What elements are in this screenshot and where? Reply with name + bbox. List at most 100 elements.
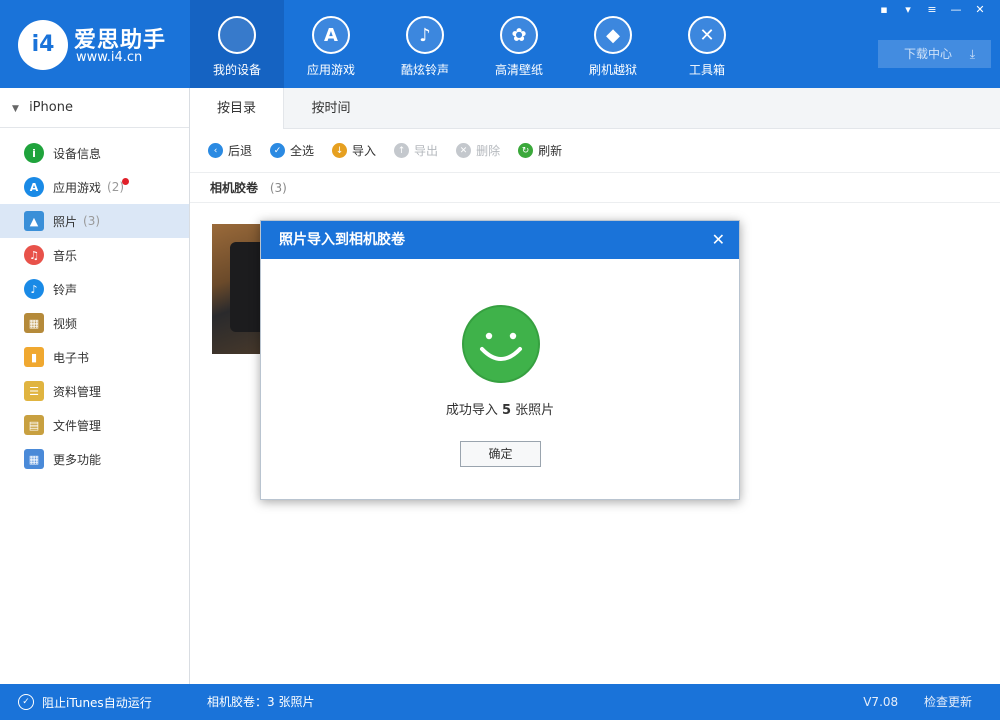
nav-item-dropbox[interactable]: ◆ 刷机越狱 [566, 0, 660, 88]
sidebar-item-label: 铃声 [53, 282, 78, 297]
import-button[interactable]: ↓ 导入 [332, 142, 376, 159]
app-store-icon: A [24, 177, 44, 197]
message-suffix: 张照片 [515, 403, 555, 418]
photo-icon: ▲ [24, 211, 44, 231]
nav-item-tools[interactable]: ✕ 工具箱 [660, 0, 754, 88]
nav-item-flower[interactable]: ✿ 高清壁纸 [472, 0, 566, 88]
sidebar-item-photo[interactable]: ▲ 照片 (3) [0, 204, 189, 238]
sidebar-item-label: 音乐 [53, 248, 78, 263]
refresh-button[interactable]: ↻ 刷新 [518, 142, 562, 159]
device-name: iPhone [29, 100, 73, 115]
minimize-button[interactable]: — [946, 2, 966, 18]
sidebar-item-film[interactable]: ▦ 视频 [0, 306, 189, 340]
contacts-icon: ☰ [24, 381, 44, 401]
sidebar-item-info[interactable]: i 设备信息 [0, 136, 189, 170]
album-header: 相机胶卷 (3) [190, 173, 1000, 203]
sidebar-item-contacts[interactable]: ☰ 资料管理 [0, 374, 189, 408]
smiley-icon [462, 305, 540, 383]
block-itunes-label: 阻止iTunes自动运行 [42, 695, 152, 710]
block-itunes-toggle[interactable]: ✓ 阻止iTunes自动运行 [18, 684, 152, 720]
delete-button[interactable]: ✕ 删除 [456, 142, 500, 159]
sidebar-item-label: 设备信息 [53, 146, 102, 161]
sidebar-item-label: 资料管理 [53, 384, 102, 399]
view-tabs: 按目录 按时间 [190, 88, 1000, 129]
app-logo[interactable]: i4 爱思助手 www.i4.cn [18, 20, 178, 70]
sidebar-item-label: 文件管理 [53, 418, 102, 433]
refresh-icon: ↻ [518, 143, 534, 158]
sidebar-item-book[interactable]: ▮ 电子书 [0, 340, 189, 374]
top-nav: 我的设备 A 应用游戏 ♪ 酷炫铃声 ✿ 高清壁纸 ◆ 刷机越狱 ✕ 工具箱 [190, 0, 754, 88]
sidebar-item-label: 更多功能 [53, 452, 102, 467]
dropbox-icon: ◆ [594, 16, 632, 54]
tab-0[interactable]: 按目录 [190, 88, 284, 129]
dialog-title: 照片导入到相机胶卷 [279, 232, 405, 248]
message-prefix: 成功导入 [445, 403, 498, 418]
check-icon: ✓ [270, 143, 286, 158]
grid-icon: ▦ [24, 449, 44, 469]
apple-icon [218, 16, 256, 54]
sidebar: ▼ iPhone i 设备信息 A 应用游戏 (2) ▲ 照片 (3) ♫ 音乐 ♪ 铃声 ▦ 视频 ▮ 电子… [0, 88, 190, 684]
tool-label: 导入 [352, 144, 377, 158]
check-update-link[interactable]: 检查更新 [924, 695, 972, 709]
nav-item-bell[interactable]: ♪ 酷炫铃声 [378, 0, 472, 88]
nav-item-app-store[interactable]: A 应用游戏 [284, 0, 378, 88]
album-name: 相机胶卷 [210, 181, 259, 195]
app-store-icon: A [312, 16, 350, 54]
confirm-button[interactable]: 确定 [460, 441, 541, 467]
feedback-icon[interactable]: ▪ [874, 2, 894, 18]
caret-down-icon: ▼ [12, 104, 19, 114]
nav-item-apple[interactable]: 我的设备 [190, 0, 284, 88]
nav-label: 我的设备 [212, 63, 261, 77]
file-icon: ▤ [24, 415, 44, 435]
bell-icon: ♪ [406, 16, 444, 54]
version-area: V7.08 检查更新 [863, 684, 972, 720]
close-button[interactable]: ✕ [970, 2, 990, 18]
back-button[interactable]: ‹ 后退 [208, 142, 252, 159]
sidebar-item-file[interactable]: ▤ 文件管理 [0, 408, 189, 442]
import-icon: ↓ [332, 143, 348, 158]
notification-badge [122, 178, 129, 185]
window-controls: ▪ ▾ ≡ — ✕ [874, 2, 990, 18]
logo-mark: i4 [18, 20, 68, 70]
header: i4 爱思助手 www.i4.cn 我的设备 A 应用游戏 ♪ 酷炫铃声 ✿ 高清壁纸 ◆ 刷机… [0, 0, 1000, 88]
export-button[interactable]: ↑ 导出 [394, 142, 438, 159]
sidebar-item-label: 视频 [53, 316, 78, 331]
tool-label: 刷新 [538, 144, 563, 158]
check-circle-icon: ✓ [18, 694, 34, 710]
skin-icon[interactable]: ▾ [898, 2, 918, 18]
delete-icon: ✕ [456, 143, 472, 158]
info-icon: i [24, 143, 44, 163]
dialog-close-icon[interactable]: ✕ [712, 221, 725, 259]
menu-icon[interactable]: ≡ [922, 2, 942, 18]
music-icon: ♫ [24, 245, 44, 265]
sidebar-list: i 设备信息 A 应用游戏 (2) ▲ 照片 (3) ♫ 音乐 ♪ 铃声 ▦ 视频 ▮ 电子书 ☰ 资料管理 ▤ 文件… [0, 128, 189, 476]
app-url: www.i4.cn [76, 50, 143, 65]
status-bar: ✓ 阻止iTunes自动运行 相机胶卷：3 张照片 V7.08 检查更新 [0, 684, 1000, 720]
tools-icon: ✕ [688, 16, 726, 54]
tool-label: 删除 [476, 144, 501, 158]
nav-label: 应用游戏 [306, 63, 355, 77]
film-icon: ▦ [24, 313, 44, 333]
sidebar-item-app-store[interactable]: A 应用游戏 (2) [0, 170, 189, 204]
device-selector[interactable]: ▼ iPhone [0, 88, 189, 128]
sidebar-item-grid[interactable]: ▦ 更多功能 [0, 442, 189, 476]
flower-icon: ✿ [500, 16, 538, 54]
download-center-label: 下载中心 [904, 47, 953, 61]
dialog-message: 成功导入 5 张照片 [261, 399, 739, 418]
photo-toolbar: ‹ 后退 ✓ 全选 ↓ 导入 ↑ 导出 ✕ 删除 ↻ 刷新 [190, 129, 1000, 173]
download-icon: ⤓ [969, 47, 975, 61]
sidebar-item-music[interactable]: ♫ 音乐 [0, 238, 189, 272]
nav-label: 刷机越狱 [588, 63, 637, 77]
tab-1[interactable]: 按时间 [284, 88, 378, 129]
sidebar-item-bell[interactable]: ♪ 铃声 [0, 272, 189, 306]
back-icon: ‹ [208, 143, 223, 158]
nav-label: 工具箱 [688, 63, 725, 77]
book-icon: ▮ [24, 347, 44, 367]
check-button[interactable]: ✓ 全选 [270, 142, 314, 159]
sidebar-item-label: 电子书 [53, 350, 90, 365]
download-center-button[interactable]: 下载中心 ⤓ [878, 40, 991, 68]
import-success-dialog: 照片导入到相机胶卷 ✕ 成功导入 5 张照片 确定 [260, 220, 740, 500]
tool-label: 后退 [228, 144, 253, 158]
dialog-header: 照片导入到相机胶卷 ✕ [261, 221, 739, 259]
nav-label: 酷炫铃声 [400, 63, 449, 77]
